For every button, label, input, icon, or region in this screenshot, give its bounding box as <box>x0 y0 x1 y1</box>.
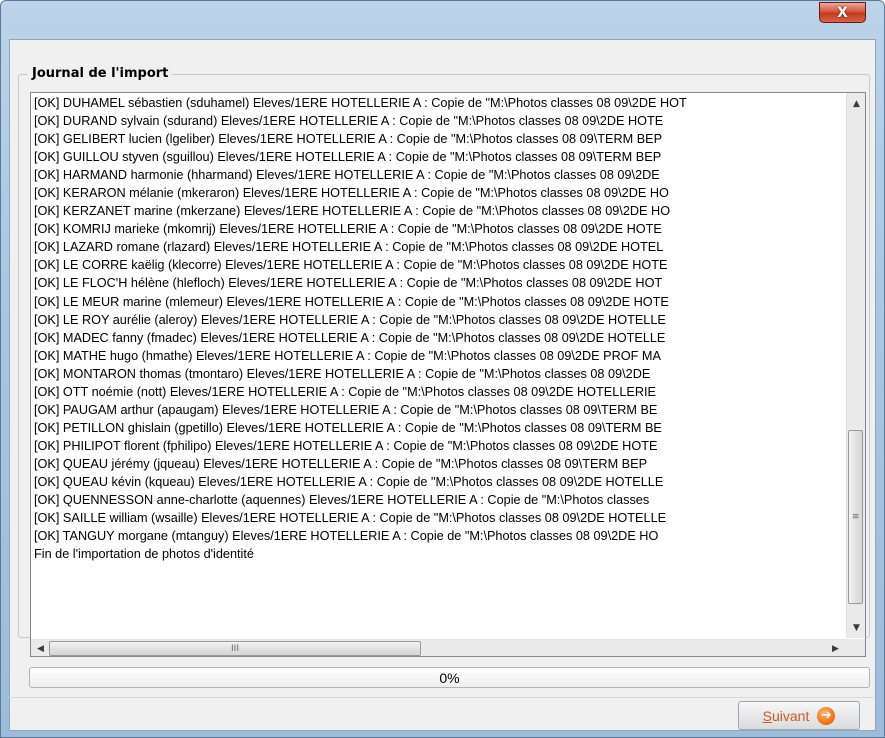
import-log-listbox[interactable]: [OK] DUHAMEL sébastien (sduhamel) Eleves… <box>30 92 866 657</box>
scrollbar-corner <box>846 639 865 656</box>
progress-label: 0% <box>439 669 460 686</box>
close-button[interactable]: X <box>819 2 866 23</box>
close-icon: X <box>837 4 848 21</box>
grip-icon: ≡ <box>851 512 860 522</box>
log-line: [OK] SAILLE william (wsaille) Eleves/1ER… <box>34 511 667 526</box>
arrow-right-icon: ➔ <box>817 706 836 725</box>
log-line: [OK] MADEC fanny (fmadec) Eleves/1ERE HO… <box>34 330 666 345</box>
log-line: [OK] GELIBERT lucien (lgeliber) Eleves/1… <box>34 132 663 147</box>
log-lines-container: [OK] DUHAMEL sébastien (sduhamel) Eleves… <box>34 94 844 639</box>
scroll-down-icon[interactable]: ▼ <box>848 619 865 636</box>
log-line: [OK] LAZARD romane (rlazard) Eleves/1ERE… <box>34 240 664 255</box>
log-line: [OK] LE MEUR marine (mlemeur) Eleves/1ER… <box>34 294 669 309</box>
scroll-right-icon[interactable]: ▶ <box>827 640 844 656</box>
vertical-scroll-thumb[interactable]: ≡ <box>848 430 863 604</box>
log-line: [OK] OTT noémie (nott) Eleves/1ERE HOTEL… <box>34 384 656 399</box>
log-line: [OK] QUEAU kévin (kqueau) Eleves/1ERE HO… <box>34 474 664 489</box>
grip-icon: III <box>231 643 239 654</box>
log-line: [OK] DURAND sylvain (sdurand) Eleves/1ER… <box>34 114 664 129</box>
log-line: [OK] TANGUY morgane (mtanguy) Eleves/1ER… <box>34 529 659 544</box>
scroll-left-icon[interactable]: ◀ <box>32 640 49 656</box>
log-line: [OK] KERARON mélanie (mkeraron) Eleves/1… <box>34 186 669 201</box>
log-line: [OK] MONTARON thomas (tmontaro) Eleves/1… <box>34 366 651 381</box>
import-progress-bar: 0% <box>29 667 870 688</box>
log-line: [OK] QUENNESSON anne-charlotte (aquennes… <box>34 493 650 508</box>
vertical-scrollbar[interactable]: ▲ ≡ ▼ <box>846 93 865 638</box>
import-log-title: Journal de l'import <box>28 66 173 81</box>
log-line: Fin de l'importation de photos d'identit… <box>34 547 254 562</box>
horizontal-scrollbar[interactable]: ◀ III ▶ <box>31 639 846 656</box>
log-line: [OK] LE FLOC'H hélène (hlefloch) Eleves/… <box>34 276 663 291</box>
footer-separator <box>9 697 874 698</box>
log-line: [OK] GUILLOU styven (sguillou) Eleves/1E… <box>34 150 662 165</box>
log-line: [OK] LE CORRE kaëlig (klecorre) Eleves/1… <box>34 258 668 273</box>
title-bar: X <box>1 1 884 39</box>
log-line: [OK] DUHAMEL sébastien (sduhamel) Eleves… <box>34 96 687 110</box>
log-line: [OK] KERZANET marine (mkerzane) Eleves/1… <box>34 204 671 219</box>
log-line: [OK] HARMAND harmonie (hharmand) Eleves/… <box>34 168 660 183</box>
horizontal-scroll-thumb[interactable]: III <box>49 641 421 656</box>
log-line: [OK] PHILIPOT florent (fphilipo) Eleves/… <box>34 438 658 453</box>
next-button-label: Suivant <box>762 707 810 724</box>
scroll-up-icon[interactable]: ▲ <box>848 95 865 112</box>
log-line: [OK] QUEAU jérémy (jqueau) Eleves/1ERE H… <box>34 456 648 471</box>
log-line: [OK] PAUGAM arthur (apaugam) Eleves/1ERE… <box>34 402 658 417</box>
log-line: [OK] LE ROY aurélie (aleroy) Eleves/1ERE… <box>34 312 666 327</box>
log-line: [OK] MATHE hugo (hmathe) Eleves/1ERE HOT… <box>34 348 661 363</box>
next-button[interactable]: Suivant ➔ <box>738 701 860 730</box>
log-line: [OK] PETILLON ghislain (gpetillo) Eleves… <box>34 420 662 435</box>
log-line: [OK] KOMRIJ marieke (mkomrij) Eleves/1ER… <box>34 222 662 237</box>
